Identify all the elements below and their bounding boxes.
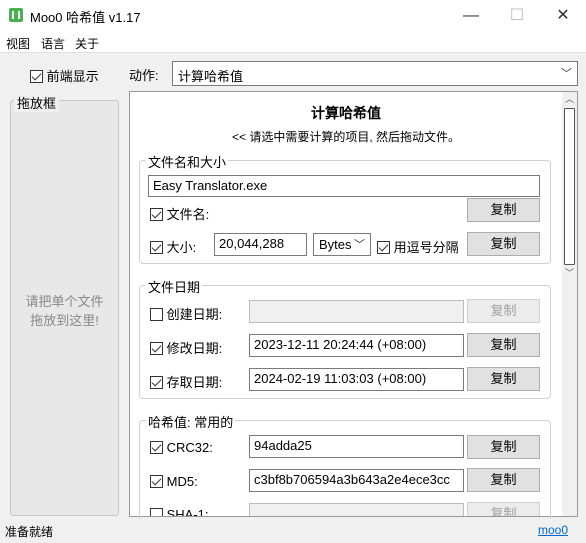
accessed-checkbox[interactable]: 存取日期:: [150, 372, 222, 391]
accessed-date-field[interactable]: 2024-02-19 11:03:03 (+08:00): [249, 368, 464, 391]
crc32-label: CRC32:: [166, 440, 213, 455]
status-text: 准备就绪: [5, 525, 54, 539]
scroll-down-icon[interactable]: ﹀: [562, 266, 577, 281]
checkbox-checked-icon: [30, 70, 43, 83]
size-field[interactable]: 20,044,288: [214, 233, 307, 256]
action-value: 计算哈希值: [178, 69, 244, 84]
panel-subtitle: << 请选中需要计算的项目, 然后拖动文件。: [231, 130, 461, 144]
close-button[interactable]: ✕: [540, 0, 586, 31]
menu-about[interactable]: 关于: [75, 35, 99, 52]
maximize-button[interactable]: ☐: [494, 0, 540, 31]
copy-md5-button[interactable]: 复制: [467, 468, 540, 492]
unit-value: Bytes: [319, 237, 352, 252]
copy-size-button[interactable]: 复制: [467, 232, 540, 256]
copy-crc32-button[interactable]: 复制: [467, 435, 540, 459]
menu-bar: 视图 语言 关于: [0, 31, 586, 53]
sha1-field: [249, 503, 464, 516]
menu-language[interactable]: 语言: [41, 35, 65, 52]
chevron-down-icon: ﹀: [354, 239, 365, 251]
status-bar: 准备就绪 moo0: [0, 519, 586, 543]
md5-field[interactable]: c3bf8b706594a3b643a2e4ece3cc: [249, 469, 464, 492]
md5-checkbox[interactable]: MD5:: [150, 474, 198, 489]
sha1-row: SHA-1: 复制: [130, 500, 562, 516]
frontmost-label: 前端显示: [46, 69, 99, 84]
copy-created-button: 复制: [467, 299, 540, 323]
modified-checkbox[interactable]: 修改日期:: [150, 338, 222, 357]
hash-group-title: 哈希值: 常用的: [146, 412, 236, 431]
copy-filename-button[interactable]: 复制: [467, 198, 540, 222]
scroll-up-icon[interactable]: ︿: [562, 92, 577, 107]
panel-title: 计算哈希值: [311, 105, 381, 121]
vertical-scrollbar[interactable]: ︿ ﹀: [562, 92, 577, 516]
created-label: 创建日期:: [166, 307, 223, 322]
checkbox-checked-icon: [150, 475, 163, 488]
chevron-down-icon: ﹀: [561, 68, 572, 80]
date-group-title: 文件日期: [146, 277, 203, 296]
copy-modified-button[interactable]: 复制: [467, 333, 540, 357]
sha1-checkbox[interactable]: SHA-1:: [150, 507, 209, 516]
crc32-field[interactable]: 94adda25: [249, 435, 464, 458]
sha1-label: SHA-1:: [166, 507, 209, 516]
md5-label: MD5:: [166, 474, 198, 489]
modified-date-field[interactable]: 2023-12-11 20:24:44 (+08:00): [249, 334, 464, 357]
dropbox-hint-line-1: 请把单个文件: [25, 294, 104, 309]
frontmost-checkbox[interactable]: 前端显示: [30, 66, 99, 85]
dropbox-title: 拖放框: [14, 93, 60, 112]
app-icon: [9, 8, 23, 22]
file-path-field[interactable]: Easy Translator.exe: [148, 175, 540, 197]
scroll-thumb[interactable]: [564, 108, 575, 265]
dropbox-hint-line-2: 拖放到这里!: [30, 313, 99, 328]
filename-label: 文件名:: [166, 207, 210, 222]
checkbox-checked-icon: [150, 376, 163, 389]
title-bar: Moo0 哈希值 v1.17 — ☐ ✕: [0, 0, 586, 31]
minimize-button[interactable]: —: [448, 0, 494, 31]
copy-accessed-button[interactable]: 复制: [467, 367, 540, 391]
copy-sha1-button: 复制: [467, 502, 540, 516]
modified-label: 修改日期:: [166, 341, 223, 356]
action-select[interactable]: 计算哈希值 ﹀: [172, 61, 578, 86]
comma-separator-label: 用逗号分隔: [393, 240, 459, 255]
comma-separator-checkbox[interactable]: 用逗号分隔: [377, 237, 459, 256]
dropbox-hint: 请把单个文件 拖放到这里!: [10, 292, 119, 330]
created-checkbox[interactable]: 创建日期:: [150, 304, 222, 323]
filename-checkbox[interactable]: 文件名:: [150, 204, 209, 223]
checkbox-checked-icon: [150, 441, 163, 454]
checkbox-checked-icon: [377, 241, 390, 254]
menu-view[interactable]: 视图: [6, 35, 30, 52]
moo0-link[interactable]: moo0: [538, 523, 568, 537]
accessed-label: 存取日期:: [166, 375, 223, 390]
size-label: 大小:: [166, 240, 197, 255]
window-title: Moo0 哈希值 v1.17: [30, 10, 141, 25]
checkbox-checked-icon: [150, 208, 163, 221]
crc32-checkbox[interactable]: CRC32:: [150, 440, 213, 455]
unit-select[interactable]: Bytes ﹀: [313, 233, 371, 256]
checkbox-unchecked-icon: [150, 508, 163, 516]
file-group-title: 文件名和大小: [146, 152, 229, 171]
checkbox-checked-icon: [150, 241, 163, 254]
checkbox-checked-icon: [150, 342, 163, 355]
checkbox-unchecked-icon: [150, 308, 163, 321]
created-date-field: [249, 300, 464, 323]
action-label: 动作:: [129, 68, 159, 83]
size-checkbox[interactable]: 大小:: [150, 237, 196, 256]
